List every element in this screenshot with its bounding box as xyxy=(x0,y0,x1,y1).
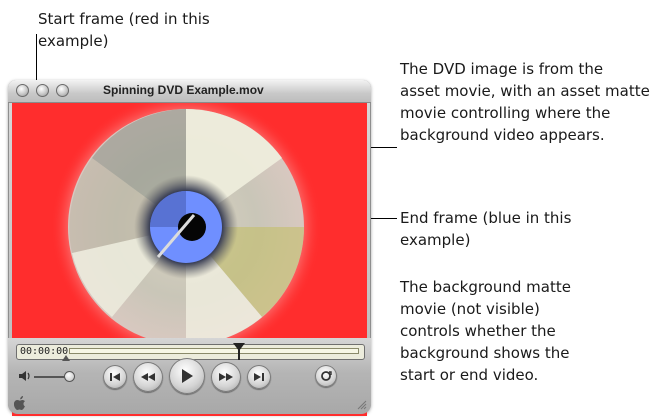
callout-end-frame: End frame (blue in this example) xyxy=(400,207,571,251)
callout-background-matte-line-2: movie (not visible) xyxy=(400,300,540,318)
zoom-button-icon[interactable] xyxy=(56,84,69,97)
callout-dvd-image-line-1: The DVD image is from the xyxy=(400,60,604,78)
callout-dvd-image-line-4: background video appears. xyxy=(400,126,605,144)
minimize-button-icon[interactable] xyxy=(36,84,49,97)
callout-start-frame: Start frame (red in this example) xyxy=(38,8,210,52)
callout-dvd-image-line-2: asset movie, with an asset matte xyxy=(400,82,650,100)
playhead-stem xyxy=(238,349,240,360)
title-bar[interactable]: Spinning DVD Example.mov xyxy=(8,80,371,103)
selection-start-marker-icon[interactable] xyxy=(62,355,70,361)
movie-controller: 00:00:00 xyxy=(8,338,371,414)
callout-dvd-image-line-3: movie controlling where the xyxy=(400,104,611,122)
callout-background-matte-line-3: controls whether the xyxy=(400,322,556,340)
fast-forward-icon xyxy=(219,373,233,381)
volume-slider[interactable] xyxy=(34,376,68,378)
callout-dvd-image: The DVD image is from the asset movie, w… xyxy=(400,58,650,146)
timeline-track[interactable] xyxy=(69,348,359,354)
skip-to-end-icon xyxy=(254,373,264,381)
volume-slider-knob[interactable] xyxy=(64,371,75,382)
window-title: Spinning DVD Example.mov xyxy=(103,83,264,97)
rewind-button[interactable] xyxy=(133,362,163,392)
resize-grip-icon[interactable] xyxy=(355,398,367,410)
play-icon xyxy=(182,369,193,383)
callout-end-frame-line-2: example) xyxy=(400,231,471,249)
callout-background-matte-line-4: background shows the xyxy=(400,344,570,362)
volume-icon[interactable] xyxy=(18,370,32,382)
skip-to-end-button[interactable] xyxy=(247,365,271,389)
callout-end-frame-line-1: End frame (blue in this xyxy=(400,209,572,227)
callout-background-matte-line-1: The background matte xyxy=(400,278,571,296)
fast-forward-button[interactable] xyxy=(211,362,241,392)
timecode-display: 00:00:00 xyxy=(20,346,69,357)
quicktime-player-window: Spinning DVD Example.mov 00:00:00 xyxy=(8,80,371,416)
rewind-icon xyxy=(141,373,155,381)
callout-start-frame-line-2: example) xyxy=(38,32,109,50)
callout-background-matte-line-5: start or end video. xyxy=(400,366,539,384)
apple-icon xyxy=(14,396,25,410)
loop-icon xyxy=(321,371,332,381)
play-button[interactable] xyxy=(169,358,205,394)
callout-start-frame-line-1: Start frame (red in this xyxy=(38,10,210,28)
callout-background-matte: The background matte movie (not visible)… xyxy=(400,276,571,386)
skip-to-start-icon xyxy=(110,373,120,381)
loop-button[interactable] xyxy=(315,365,337,387)
skip-to-start-button[interactable] xyxy=(103,365,127,389)
close-button-icon[interactable] xyxy=(16,84,29,97)
